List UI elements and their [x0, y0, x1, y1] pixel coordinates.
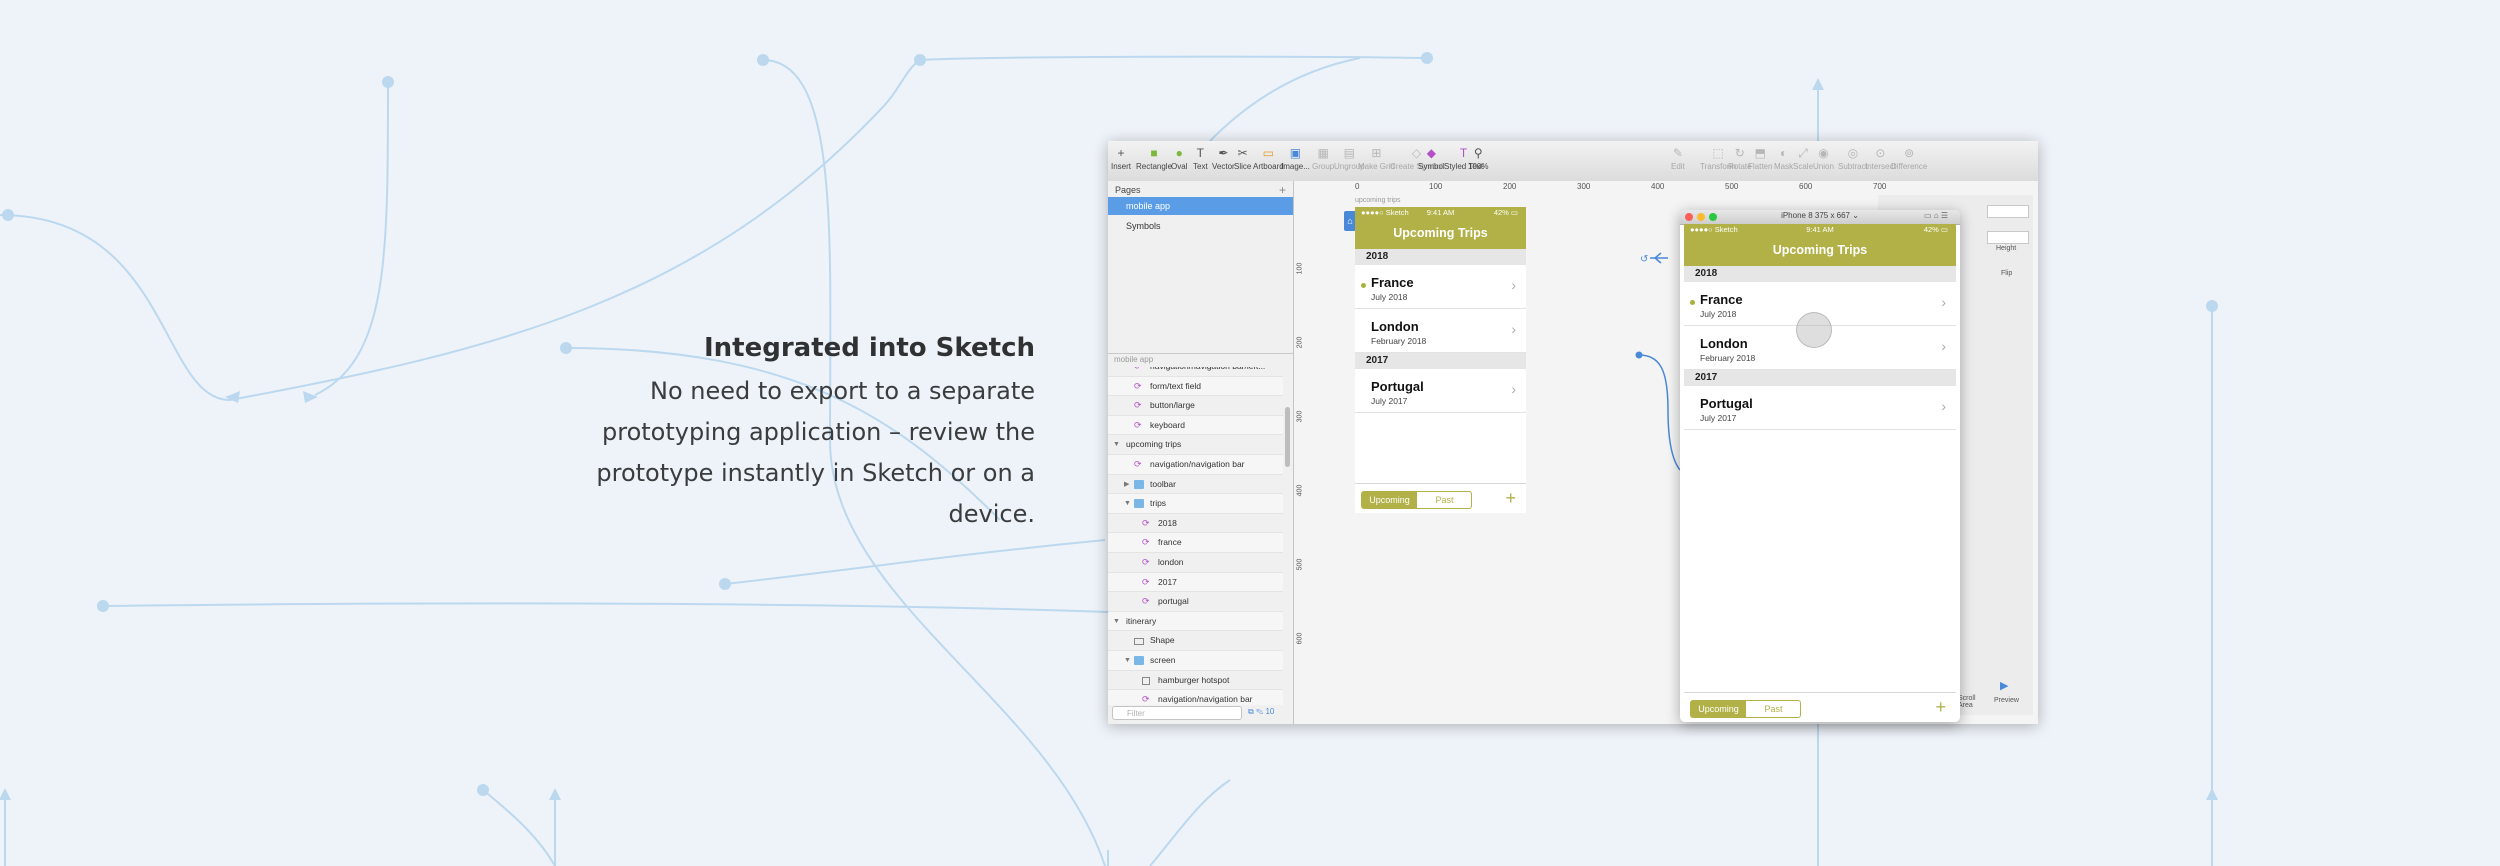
- trip-name: France: [1700, 292, 1743, 307]
- chevron-right-icon: ›: [1941, 398, 1946, 414]
- section-header-year: 2017: [1684, 370, 1956, 386]
- simulator-tools[interactable]: ▭ ⌂ ☰: [1924, 211, 1948, 220]
- trip-filter-segmented-control[interactable]: Upcoming Past: [1690, 700, 1801, 718]
- trip-date: February 2018: [1700, 353, 1756, 363]
- navigation-bar: Upcoming Trips: [1684, 236, 1956, 266]
- rotate-device-icon: ▭: [1923, 211, 1932, 220]
- hotspot-indicator: [1690, 300, 1695, 305]
- segment-upcoming[interactable]: Upcoming: [1691, 701, 1746, 717]
- simulator-titlebar: iPhone 8 375 x 667 ⌄ ▭ ⌂ ☰: [1680, 210, 1960, 225]
- add-trip-button[interactable]: +: [1935, 697, 1946, 718]
- simulator-window[interactable]: iPhone 8 375 x 667 ⌄ ▭ ⌂ ☰ ●●●●○ Sketch 9…: [1680, 210, 1960, 722]
- segment-past[interactable]: Past: [1746, 701, 1801, 717]
- home-icon: ⌂: [1933, 211, 1939, 220]
- svg-text:↺: ↺: [1640, 254, 1648, 265]
- trip-date: July 2017: [1700, 413, 1737, 423]
- trip-date: July 2018: [1700, 309, 1737, 319]
- status-time: 9:41 AM: [1806, 225, 1834, 234]
- bottom-toolbar: Upcoming Past +: [1684, 692, 1956, 722]
- chevron-right-icon: ›: [1941, 338, 1946, 354]
- preview-phone-screen[interactable]: ●●●●○ Sketch 9:41 AM 42% ▭ Upcoming Trips 20…: [1684, 224, 1956, 722]
- section-header-year: 2018: [1684, 266, 1956, 282]
- touch-indicator: [1796, 312, 1832, 348]
- trip-name: London: [1700, 336, 1748, 351]
- prototype-link: ↺: [1635, 252, 1681, 471]
- device-selector[interactable]: iPhone 8 375 x 667 ⌄: [1680, 211, 1960, 220]
- status-bar: ●●●●○ Sketch 9:41 AM 42% ▭: [1684, 224, 1956, 236]
- menu-icon: ☰: [1940, 211, 1948, 220]
- nav-title: Upcoming Trips: [1772, 243, 1868, 257]
- chevron-right-icon: ›: [1941, 294, 1946, 310]
- status-battery: 42% ▭: [1923, 225, 1948, 234]
- trip-row-portugal[interactable]: Portugal July 2017 ›: [1684, 386, 1956, 430]
- trip-name: Portugal: [1700, 396, 1753, 411]
